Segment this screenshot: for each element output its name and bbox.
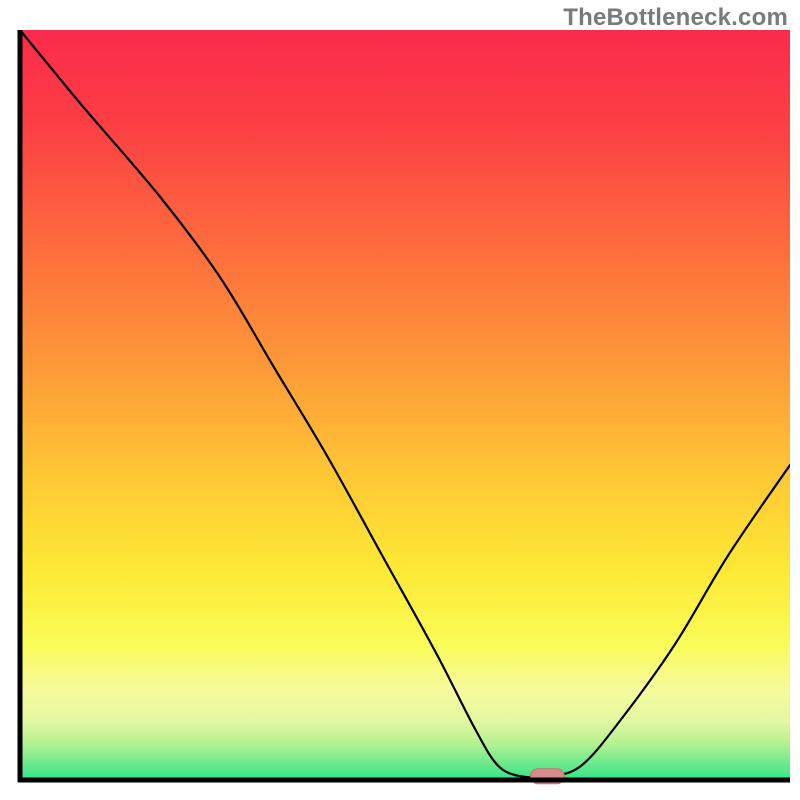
chart-frame xyxy=(10,30,790,790)
gradient-background xyxy=(20,30,790,780)
chart-container: TheBottleneck.com xyxy=(0,0,800,800)
watermark-text: TheBottleneck.com xyxy=(563,4,788,32)
chart-svg xyxy=(10,30,790,790)
